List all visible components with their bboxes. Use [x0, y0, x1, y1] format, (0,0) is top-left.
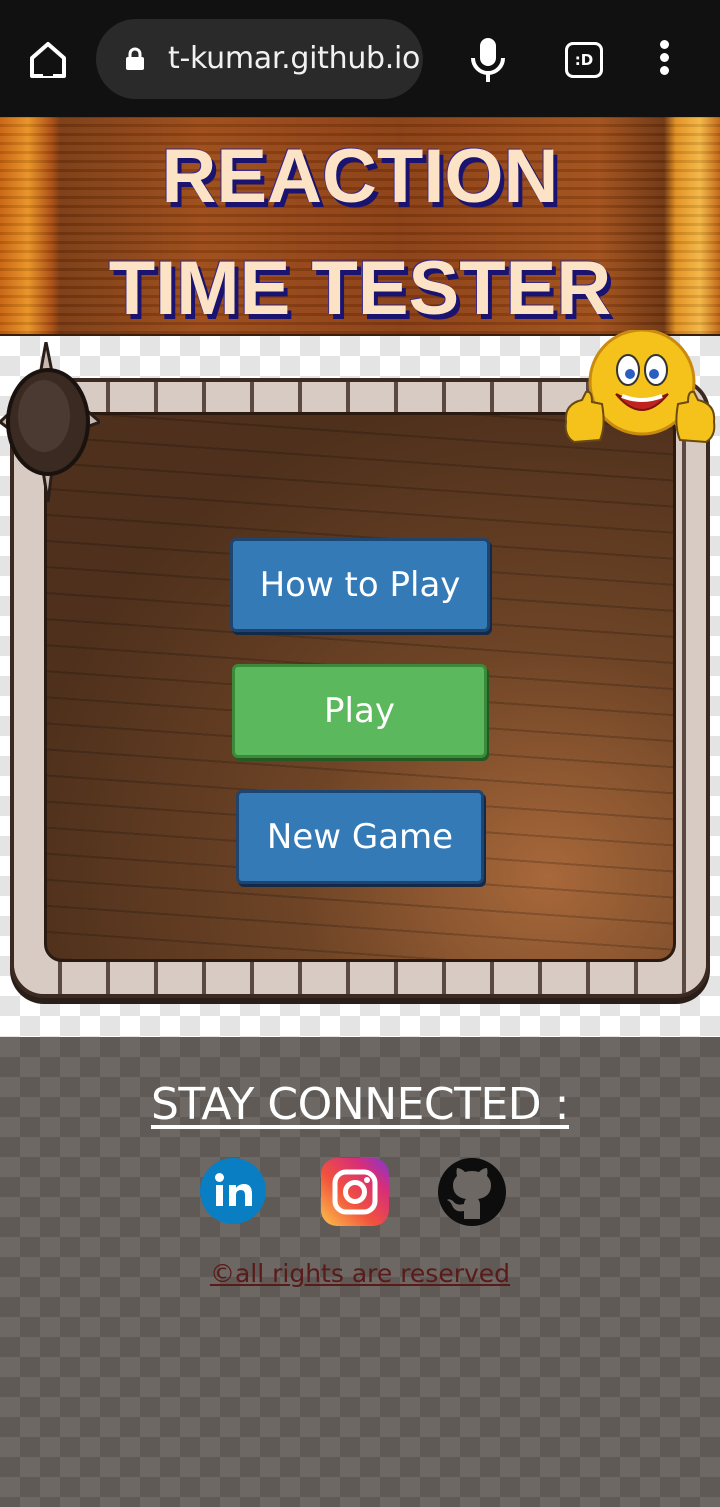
menu-icon[interactable] [655, 40, 673, 80]
page-title-line2: TIME TESTER [108, 246, 612, 331]
linkedin-icon[interactable] [199, 1157, 269, 1227]
footer: STAY CONNECTED : ©all rights are reserve… [0, 1037, 720, 1507]
stay-connected-heading: STAY CONNECTED : [150, 1079, 570, 1130]
home-icon[interactable] [26, 38, 70, 82]
mic-icon[interactable] [468, 36, 508, 84]
nail-icon [0, 342, 100, 502]
tabs-icon[interactable]: :D [565, 42, 603, 78]
smiley-thumbs-up-icon [564, 330, 716, 444]
instagram-icon[interactable] [320, 1157, 390, 1227]
browser-toolbar: t-kumar.github.io :D [0, 0, 720, 117]
new-game-button[interactable]: New Game [236, 790, 484, 884]
page-title-line1: REACTION [161, 134, 559, 219]
url-text: t-kumar.github.io [168, 41, 421, 76]
play-button[interactable]: Play [232, 664, 487, 758]
title-banner: REACTION TIME TESTER [0, 117, 720, 336]
github-icon[interactable] [437, 1157, 507, 1227]
rights-link[interactable]: ©all rights are reserved [0, 1259, 720, 1288]
how-to-play-button[interactable]: How to Play [230, 538, 490, 632]
url-bar[interactable]: t-kumar.github.io [96, 19, 423, 99]
lock-icon [126, 47, 144, 70]
